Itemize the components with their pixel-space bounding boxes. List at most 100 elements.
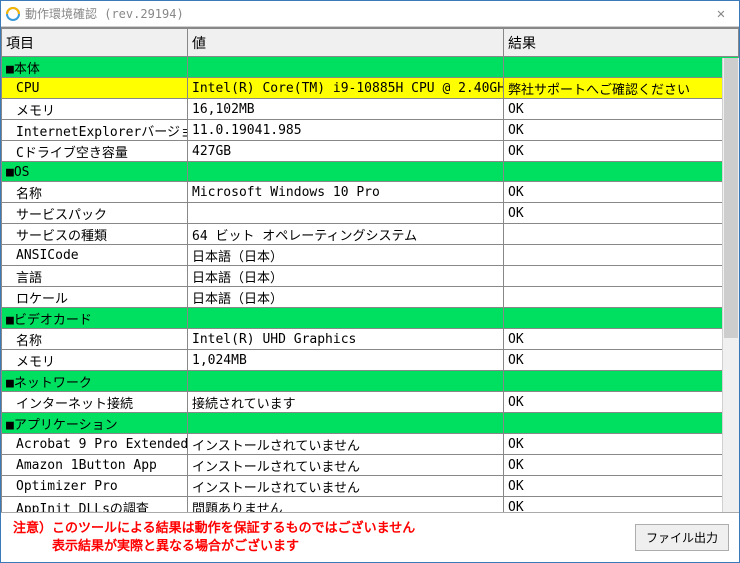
table-row: 名称Intel(R) UHD GraphicsOK — [2, 329, 739, 350]
cell-result: OK — [504, 141, 739, 162]
section-label: ■OS — [2, 162, 188, 182]
cell-value: Intel(R) Core(TM) i9-10885H CPU @ 2.40GH… — [188, 78, 504, 99]
cell-value: 1,024MB — [188, 350, 504, 371]
header-result: 結果 — [504, 29, 739, 57]
cell-value: Microsoft Windows 10 Pro — [188, 182, 504, 203]
cell-result — [504, 413, 739, 434]
cell-result — [504, 245, 739, 266]
cell-value — [188, 57, 504, 78]
cell-result: OK — [504, 120, 739, 141]
cell-result: OK — [504, 455, 739, 476]
table-row: ロケール日本語（日本） — [2, 287, 739, 308]
cell-result: OK — [504, 392, 739, 413]
cell-value: 16,102MB — [188, 99, 504, 120]
cell-item: ロケール — [2, 287, 188, 308]
cell-value: 日本語（日本） — [188, 245, 504, 266]
cell-result — [504, 224, 739, 245]
cell-result: OK — [504, 203, 739, 224]
cell-value: 64 ビット オペレーティングシステム — [188, 224, 504, 245]
cell-result: OK — [504, 350, 739, 371]
header-value: 値 — [188, 29, 504, 57]
cell-item: InternetExplorerバージョン — [2, 120, 188, 141]
cell-result: OK — [504, 182, 739, 203]
table-row: サービスの種類64 ビット オペレーティングシステム — [2, 224, 739, 245]
cell-result: OK — [504, 434, 739, 455]
cell-value: 427GB — [188, 141, 504, 162]
vertical-scrollbar[interactable] — [722, 58, 739, 512]
table-row: Optimizer ProインストールされていませんOK — [2, 476, 739, 497]
cell-item: インターネット接続 — [2, 392, 188, 413]
window-title: 動作環境確認 (rev.29194) — [25, 5, 707, 22]
section-row: ■ビデオカード — [2, 308, 739, 329]
cell-item: CPU — [2, 78, 188, 99]
close-button[interactable]: ✕ — [707, 4, 735, 24]
table-row: インターネット接続接続されていますOK — [2, 392, 739, 413]
section-row: ■ネットワーク — [2, 371, 739, 392]
cell-result: OK — [504, 497, 739, 513]
table-row: サービスパック OK — [2, 203, 739, 224]
table-row: メモリ1,024MBOK — [2, 350, 739, 371]
cell-value: インストールされていません — [188, 455, 504, 476]
table-row: 言語日本語（日本） — [2, 266, 739, 287]
file-export-button[interactable]: ファイル出力 — [635, 524, 729, 551]
cell-result: OK — [504, 99, 739, 120]
cell-value — [188, 203, 504, 224]
cell-item: 言語 — [2, 266, 188, 287]
cell-item: Acrobat 9 Pro Extended — [2, 434, 188, 455]
header-item: 項目 — [2, 29, 188, 57]
table-row: InternetExplorerバージョン11.0.19041.985OK — [2, 120, 739, 141]
cell-value: 11.0.19041.985 — [188, 120, 504, 141]
cell-value: 日本語（日本） — [188, 266, 504, 287]
cell-item: サービスパック — [2, 203, 188, 224]
table-row: ANSICode日本語（日本） — [2, 245, 739, 266]
warning-text: 注意）このツールによる結果は動作を保証するものではございません 表示結果が実際と… — [13, 520, 635, 555]
section-label: ■本体 — [2, 57, 188, 78]
table-row: 名称Microsoft Windows 10 ProOK — [2, 182, 739, 203]
cell-value — [188, 413, 504, 434]
section-row: ■本体 — [2, 57, 739, 78]
cell-result — [504, 162, 739, 182]
cell-value: 問題ありません — [188, 497, 504, 513]
section-label: ■ネットワーク — [2, 371, 188, 392]
cell-value: 日本語（日本） — [188, 287, 504, 308]
section-row: ■アプリケーション — [2, 413, 739, 434]
cell-result — [504, 266, 739, 287]
table-container: 項目 値 結果 ■本体CPUIntel(R) Core(TM) i9-10885… — [1, 27, 739, 512]
table-row: AppInit_DLLsの調査問題ありませんOK — [2, 497, 739, 513]
cell-item: AppInit_DLLsの調査 — [2, 497, 188, 513]
section-label: ■アプリケーション — [2, 413, 188, 434]
cell-item: サービスの種類 — [2, 224, 188, 245]
table-row: メモリ16,102MBOK — [2, 99, 739, 120]
footer: 注意）このツールによる結果は動作を保証するものではございません 表示結果が実際と… — [1, 512, 739, 562]
cell-value: インストールされていません — [188, 434, 504, 455]
cell-value — [188, 308, 504, 329]
table-row: Acrobat 9 Pro ExtendedインストールされていませんOK — [2, 434, 739, 455]
scrollbar-thumb[interactable] — [724, 58, 738, 338]
ie-icon — [5, 6, 21, 22]
cell-item: ANSICode — [2, 245, 188, 266]
table-row: Cドライブ空き容量427GBOK — [2, 141, 739, 162]
cell-result: 弊社サポートへご確認ください — [504, 78, 739, 99]
table-row: CPUIntel(R) Core(TM) i9-10885H CPU @ 2.4… — [2, 78, 739, 99]
cell-item: Optimizer Pro — [2, 476, 188, 497]
section-row: ■OS — [2, 162, 739, 182]
cell-value — [188, 162, 504, 182]
cell-item: メモリ — [2, 99, 188, 120]
table-row: Amazon 1Button AppインストールされていませんOK — [2, 455, 739, 476]
cell-result — [504, 57, 739, 78]
app-window: 動作環境確認 (rev.29194) ✕ 項目 値 結果 ■本体CPUIntel… — [0, 0, 740, 563]
cell-item: Amazon 1Button App — [2, 455, 188, 476]
cell-value: 接続されています — [188, 392, 504, 413]
section-label: ■ビデオカード — [2, 308, 188, 329]
cell-result — [504, 308, 739, 329]
cell-value: Intel(R) UHD Graphics — [188, 329, 504, 350]
env-table: 項目 値 結果 ■本体CPUIntel(R) Core(TM) i9-10885… — [1, 28, 739, 512]
titlebar: 動作環境確認 (rev.29194) ✕ — [1, 1, 739, 27]
cell-item: Cドライブ空き容量 — [2, 141, 188, 162]
cell-result: OK — [504, 476, 739, 497]
cell-result — [504, 287, 739, 308]
cell-value: インストールされていません — [188, 476, 504, 497]
cell-value — [188, 371, 504, 392]
cell-item: 名称 — [2, 329, 188, 350]
cell-item: 名称 — [2, 182, 188, 203]
